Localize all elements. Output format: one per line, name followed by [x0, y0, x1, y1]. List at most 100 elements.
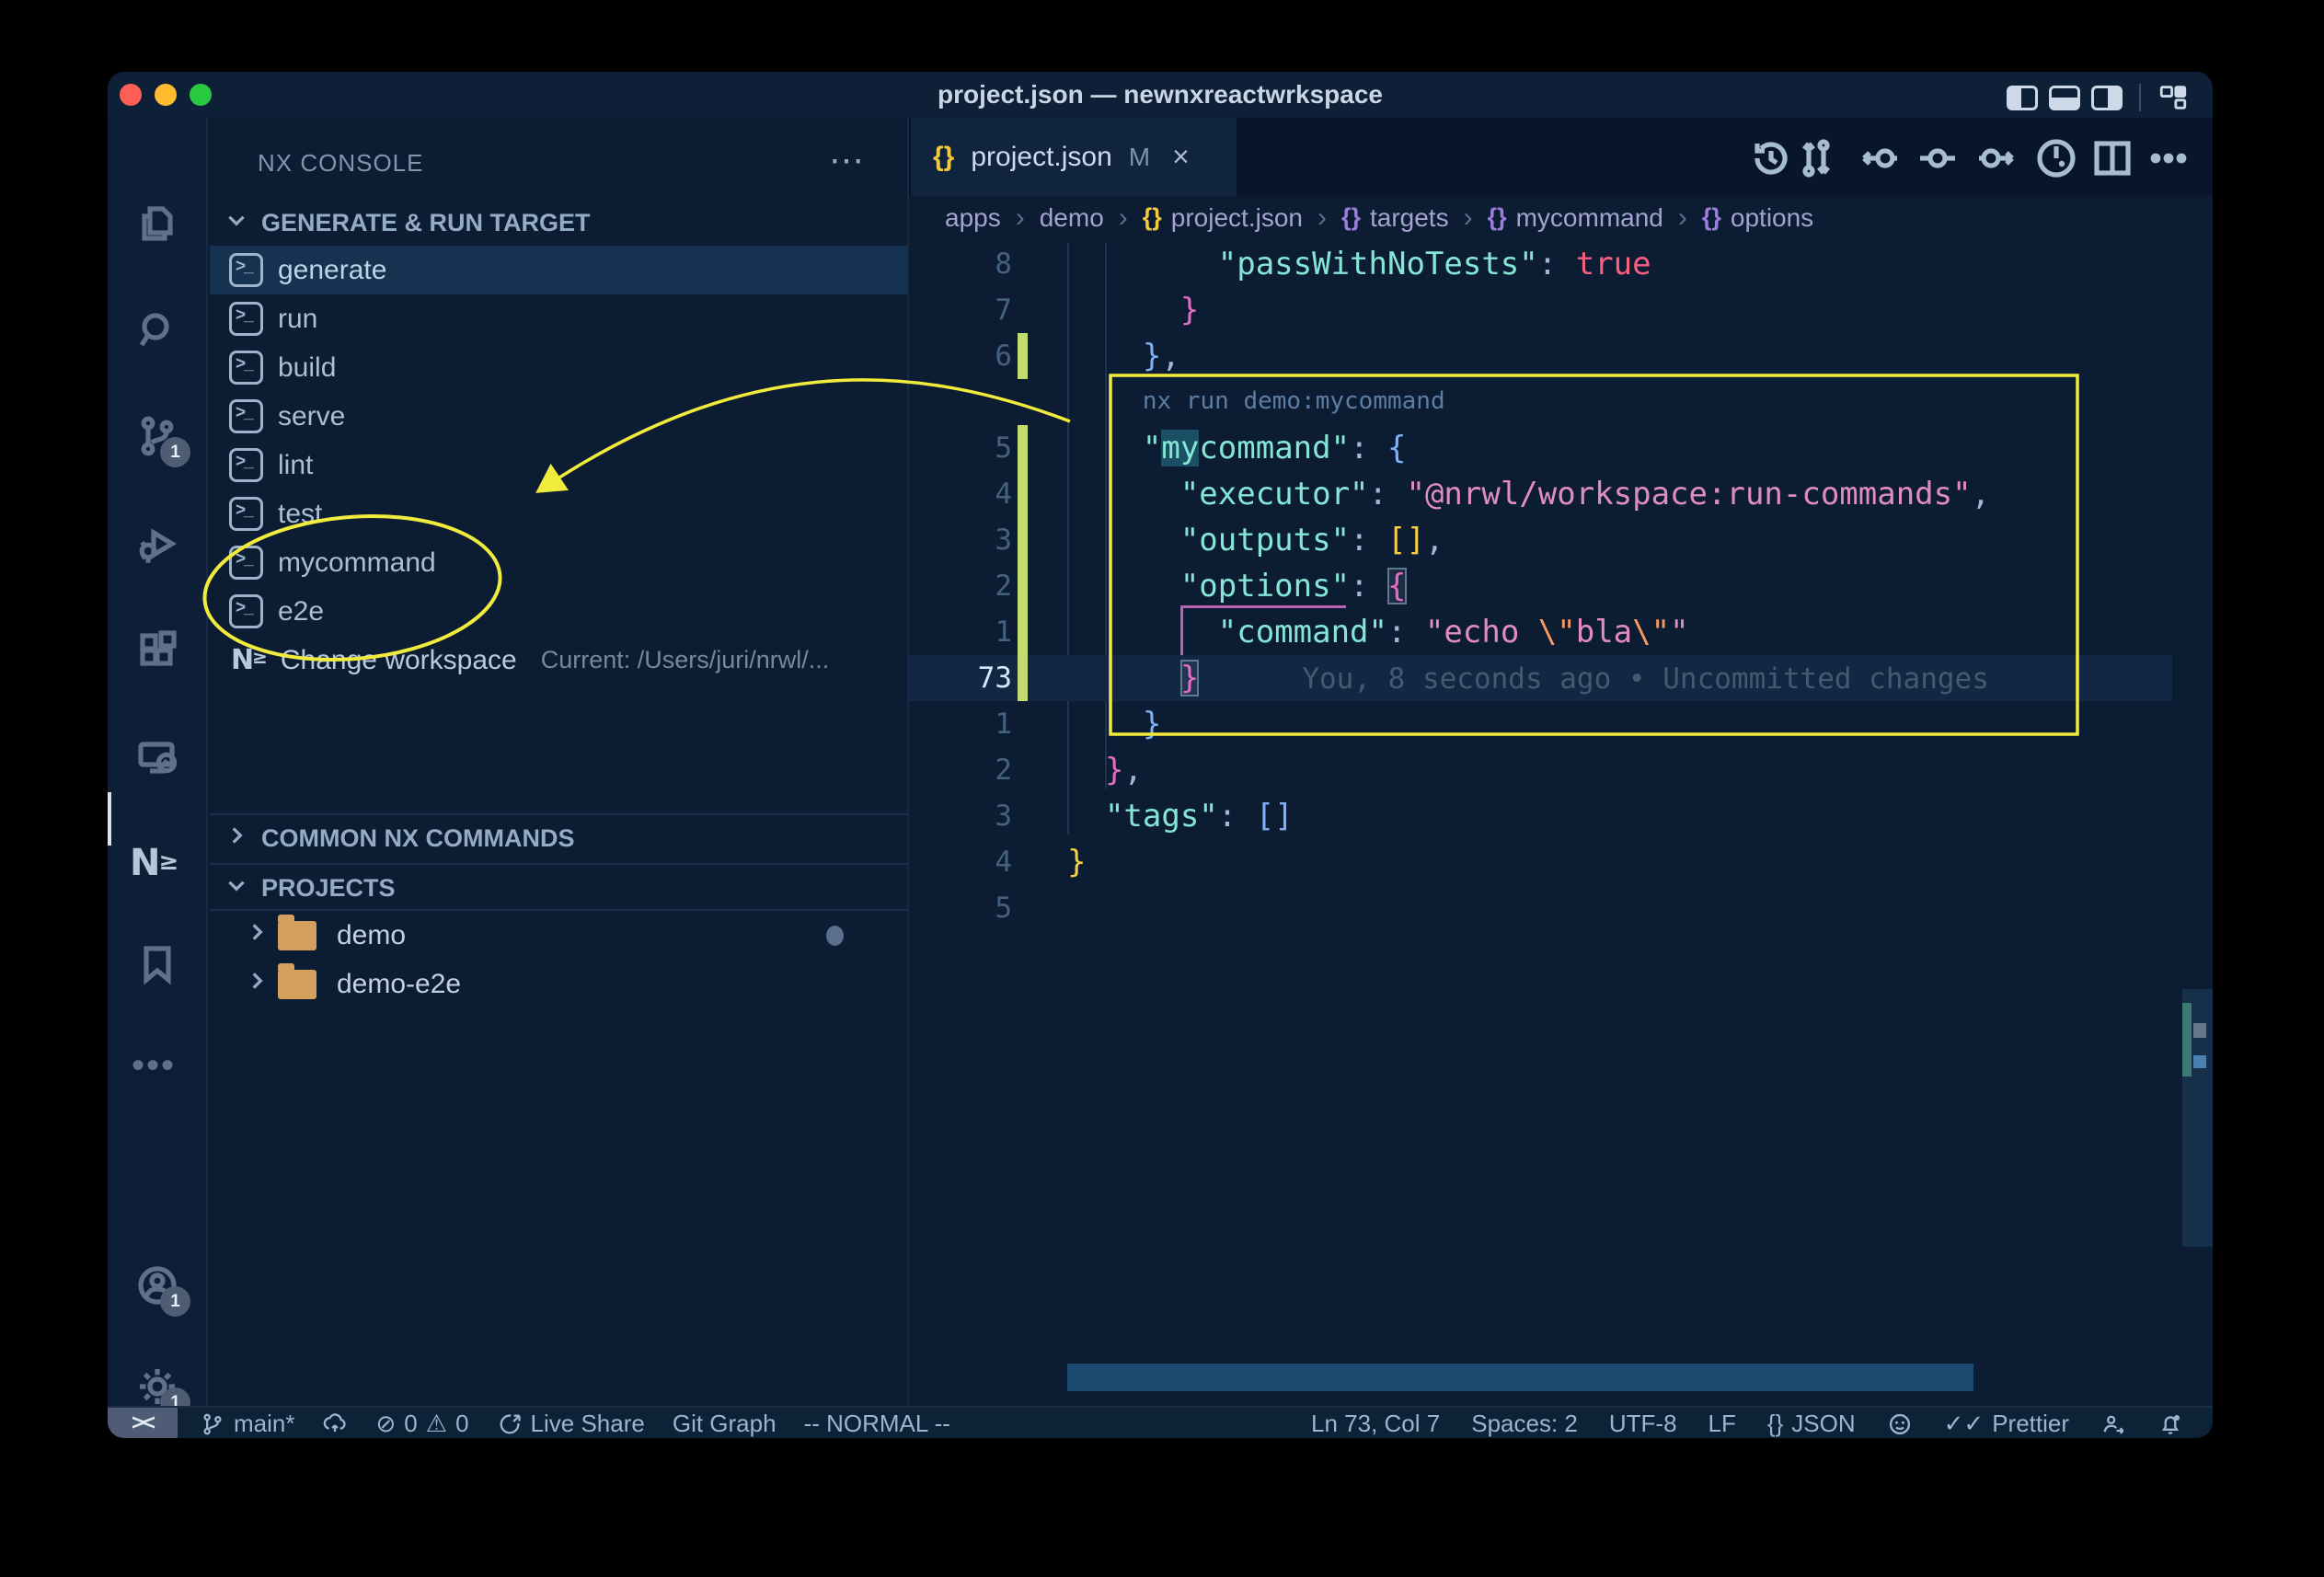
errors-icon: ⊘ [375, 1410, 396, 1438]
split-editor-icon[interactable] [2090, 136, 2134, 180]
target-label: mycommand [278, 547, 436, 579]
breadcrumb-item-options[interactable]: {}options [1702, 203, 1813, 233]
code-line[interactable]: 2 }, [909, 747, 2172, 793]
settings-gear-icon[interactable]: 1 [135, 1364, 179, 1409]
toggle-primary-sidebar-icon[interactable] [2007, 86, 2038, 110]
target-item-generate[interactable]: >_generate [210, 246, 907, 294]
previous-change-icon[interactable] [1858, 136, 1902, 180]
code-line[interactable]: 3 "tags": [] [909, 793, 2172, 839]
timeline-history-icon[interactable] [1749, 136, 1793, 180]
nx-console-icon[interactable]: N≥ [130, 842, 174, 886]
code-text: "outputs": [], [1067, 517, 1444, 563]
target-item-build[interactable]: >_build [210, 343, 907, 392]
tab-project-json[interactable]: {} project.json M × [911, 118, 1237, 196]
change-workspace-item[interactable]: N≥ Change workspace Current: /Users/juri… [210, 636, 907, 685]
target-item-serve[interactable]: >_serve [210, 392, 907, 441]
code-text: } [1067, 701, 1161, 747]
additional-views-icon[interactable]: ••• [132, 1045, 176, 1089]
next-change-icon[interactable] [1974, 136, 2019, 180]
code-line[interactable]: 6 }, [909, 333, 2172, 379]
explorer-icon[interactable] [135, 201, 179, 246]
code-line[interactable]: 73 }You, 8 seconds ago • Uncommitted cha… [909, 655, 2172, 701]
breadcrumb-item-apps[interactable]: apps [945, 203, 1001, 233]
target-item-e2e[interactable]: >_e2e [210, 587, 907, 636]
current-change-icon[interactable] [1916, 136, 1960, 180]
project-item-demo-e2e[interactable]: demo-e2e [210, 960, 907, 1008]
code-line[interactable]: 1 } [909, 701, 2172, 747]
extensions-icon[interactable] [135, 628, 179, 673]
run-timeline-icon[interactable] [2034, 136, 2078, 180]
target-item-mycommand[interactable]: >_mycommand [210, 538, 907, 587]
live-share-item[interactable]: Live Share [497, 1410, 645, 1438]
section-projects[interactable]: PROJECTS [210, 865, 907, 911]
problems-item[interactable]: ⊘ 0 ⚠ 0 [375, 1410, 468, 1438]
code-area[interactable]: 8 "passWithNoTests": true7 }6 },nx run d… [909, 241, 2172, 931]
breadcrumb[interactable]: apps›demo›{}project.json›{}targets›{}myc… [909, 196, 2213, 239]
braces-icon: {} [1143, 203, 1162, 232]
code-line[interactable]: 4 "executor": "@nrwl/workspace:run-comma… [909, 471, 2172, 517]
compare-changes-icon[interactable] [1794, 136, 1838, 180]
breadcrumb-item-targets[interactable]: {}targets [1341, 203, 1449, 233]
codelens-row[interactable]: nx run demo:mycommand [909, 379, 2172, 425]
code-text: "command": "echo \"bla\"" [1067, 609, 1689, 655]
encoding-item[interactable]: UTF-8 [1609, 1410, 1677, 1438]
live-share-icon [497, 1411, 523, 1437]
target-item-test[interactable]: >_test [210, 489, 907, 538]
target-label: generate [278, 255, 386, 286]
target-item-lint[interactable]: >_lint [210, 441, 907, 489]
sync-changes-icon[interactable] [322, 1411, 348, 1437]
vim-mode-indicator[interactable]: -- NORMAL -- [804, 1410, 950, 1438]
window-title: project.json — newnxreactwrkspace [108, 72, 2213, 118]
bookmarks-icon[interactable] [135, 942, 179, 986]
customize-layout-icon[interactable] [2157, 82, 2189, 113]
code-text: "tags": [] [1067, 793, 1294, 839]
code-line[interactable]: 5 [909, 885, 2172, 931]
project-item-demo[interactable]: demo [210, 911, 907, 960]
breadcrumb-item-mycommand[interactable]: {}mycommand [1488, 203, 1663, 233]
git-graph-item[interactable]: Git Graph [673, 1410, 777, 1438]
search-icon[interactable] [135, 308, 179, 352]
section-generate-run-target[interactable]: GENERATE & RUN TARGET [210, 200, 907, 246]
toggle-panel-icon[interactable] [2049, 86, 2080, 110]
prettier-item[interactable]: ✓✓ Prettier [1944, 1410, 2069, 1438]
overview-ruler[interactable] [2182, 118, 2213, 1406]
sidebar-more-actions-icon[interactable]: ⋯ [829, 140, 867, 186]
breadcrumb-item-demo[interactable]: demo [1040, 203, 1104, 233]
target-item-run[interactable]: >_run [210, 294, 907, 343]
code-text: "mycommand": { [1067, 425, 1407, 471]
line-number: 2 [909, 747, 1012, 793]
toggle-secondary-sidebar-icon[interactable] [2091, 86, 2123, 110]
line-number: 5 [909, 425, 1012, 471]
codelens-command[interactable]: nx run demo:mycommand [1067, 381, 1445, 421]
eol-item[interactable]: LF [1708, 1410, 1736, 1438]
remote-indicator[interactable]: >< [108, 1408, 178, 1438]
accounts-badge: 1 [160, 1286, 190, 1317]
code-line[interactable]: 4} [909, 839, 2172, 885]
close-tab-icon[interactable]: × [1172, 140, 1190, 174]
code-text: }, [1067, 747, 1143, 793]
code-line[interactable]: 3 "outputs": [], [909, 517, 2172, 563]
code-text: "executor": "@nrwl/workspace:run-command… [1067, 471, 1990, 517]
source-control-icon[interactable]: 1 [135, 414, 179, 458]
modified-line-gutter [1018, 563, 1028, 609]
code-line[interactable]: 2 "options": { [909, 563, 2172, 609]
code-line[interactable]: 7 } [909, 287, 2172, 333]
octoface-icon[interactable] [1887, 1411, 1913, 1437]
code-text: "passWithNoTests": true [1067, 241, 1651, 287]
cursor-position-item[interactable]: Ln 73, Col 7 [1311, 1410, 1440, 1438]
language-mode-item[interactable]: {} JSON [1767, 1410, 1856, 1438]
git-branch-item[interactable]: main* [200, 1410, 294, 1438]
accounts-icon[interactable]: 1 [135, 1263, 179, 1307]
notifications-bell-icon[interactable] [2157, 1411, 2183, 1437]
horizontal-scrollbar[interactable] [1067, 1364, 1973, 1391]
code-line[interactable]: 1 "command": "echo \"bla\"" [909, 609, 2172, 655]
section-common-nx-commands[interactable]: COMMON NX COMMANDS [210, 815, 907, 861]
run-debug-icon[interactable] [135, 522, 179, 566]
feedback-icon[interactable] [2100, 1411, 2126, 1437]
breadcrumb-item-project.json[interactable]: {}project.json [1143, 203, 1303, 233]
remote-explorer-icon[interactable] [135, 735, 179, 779]
target-label: serve [278, 401, 345, 432]
indentation-item[interactable]: Spaces: 2 [1471, 1410, 1578, 1438]
code-line[interactable]: 5 "mycommand": { [909, 425, 2172, 471]
code-line[interactable]: 8 "passWithNoTests": true [909, 241, 2172, 287]
